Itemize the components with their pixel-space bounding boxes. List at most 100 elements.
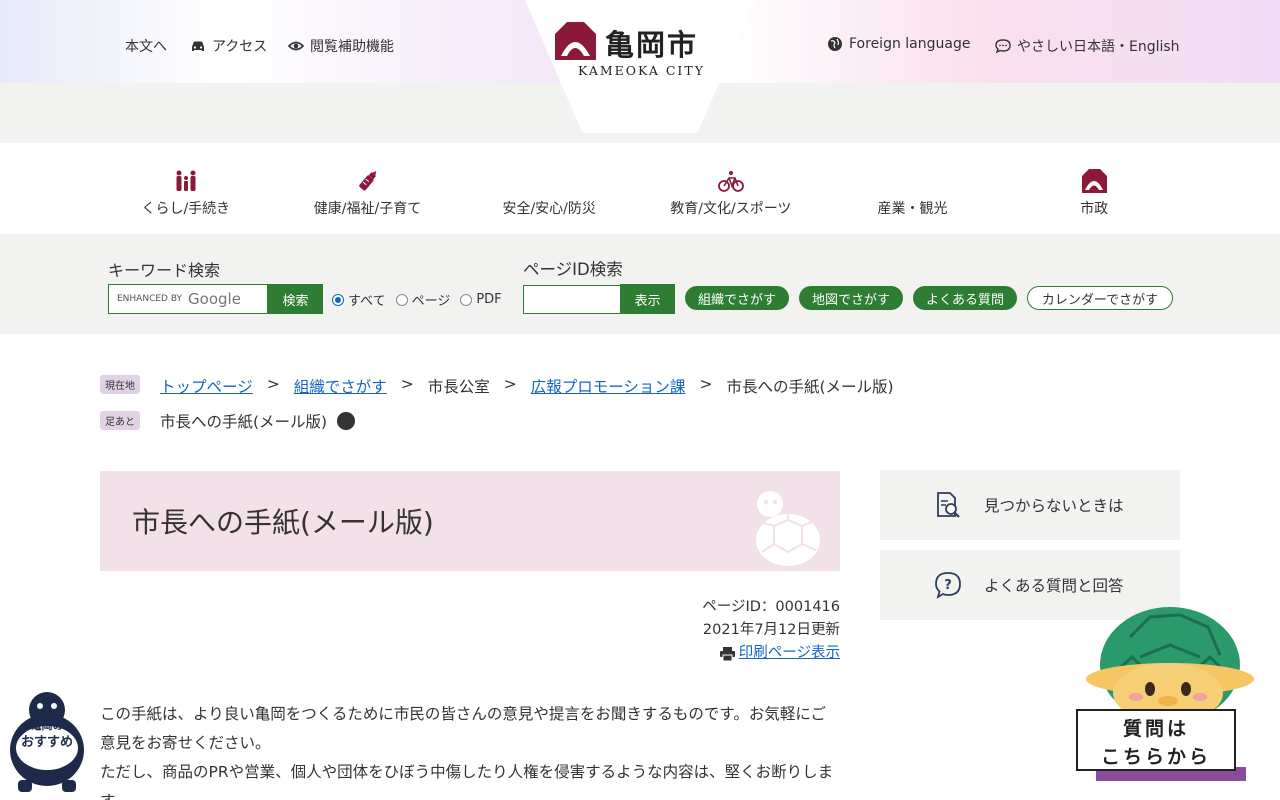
radio-pdf-label: PDF — [476, 292, 502, 307]
updated-date: 2021年7月12日更新 — [702, 622, 840, 638]
breadcrumb-separator: > — [400, 375, 414, 393]
breadcrumb-current: 市長への手紙(メール版) — [726, 378, 894, 396]
recommend-mascot-button[interactable]: 亀岡の おすすめ ひらく — [8, 688, 86, 793]
osusume-line2: おすすめ — [21, 735, 73, 750]
nav-item-city-government[interactable]: 市政 — [1003, 143, 1185, 234]
nav-item-safety[interactable]: 安全/安心/防災 — [458, 143, 640, 234]
page-title-box: 市長への手紙(メール版) — [100, 471, 840, 571]
printer-icon — [719, 646, 735, 661]
nav-item-industry[interactable]: 産業・観光 — [822, 143, 1004, 234]
skip-link-label: 本文へ — [125, 39, 167, 55]
history-item[interactable]: 市長への手紙(メール版) — [160, 410, 327, 432]
page-id: ページID：0001416 — [702, 599, 840, 615]
nav-item-education[interactable]: 教育/文化/スポーツ — [640, 143, 822, 234]
nav-label: 市政 — [1080, 201, 1109, 217]
page-body: この手紙は、より良い亀岡をつくるために市民の皆さんの意見や提言をお聞きするもので… — [100, 700, 840, 800]
skip-to-content-link[interactable]: 本文へ — [125, 36, 167, 56]
not-found-label: 見つからないときは — [984, 497, 1124, 515]
turtle-mascot-icon: 亀岡の おすすめ ひらく — [10, 692, 84, 792]
radio-page-label: ページ — [411, 294, 451, 309]
easy-japanese-link[interactable]: やさしい日本語・English — [995, 36, 1180, 56]
keyword-search-label: キーワード検索 — [108, 261, 221, 280]
radio-pdf-control[interactable] — [460, 293, 473, 306]
foreign-language-label: Foreign language — [849, 36, 971, 52]
sign-line1: 質問は — [1122, 718, 1189, 740]
print-page-link[interactable]: 印刷ページ表示 — [719, 642, 840, 665]
current-location-tag: 現在地 — [100, 375, 140, 394]
radio-all[interactable]: すべて — [332, 290, 386, 309]
header-decoration-left — [0, 0, 560, 83]
history-remove-icon[interactable] — [337, 412, 356, 430]
nav-label: 安全/安心/防災 — [502, 201, 596, 217]
radio-page[interactable]: ページ — [395, 290, 451, 309]
radio-all-control[interactable] — [332, 293, 344, 306]
search-by-organization-button[interactable]: 組織でさがす — [685, 286, 789, 310]
access-label: アクセス — [212, 39, 268, 55]
faq-button[interactable]: よくある質問 — [913, 286, 1017, 310]
radio-all-label: すべて — [348, 294, 386, 309]
svg-text:?: ? — [944, 578, 952, 593]
google-enhanced-text: ENHANCED BY — [117, 294, 183, 304]
speech-bubble-icon — [995, 39, 1011, 54]
bicycle-icon — [717, 171, 744, 192]
logo-english: KAMEOKA CITY — [578, 63, 705, 78]
page-meta: ページID：0001416 2021年7月12日更新 印刷ページ表示 — [702, 596, 840, 669]
safety-icon — [536, 168, 562, 194]
globe-icon — [828, 37, 842, 51]
global-nav: くらし/手続き 健康/福祉/子育て 安全/安心/防災 教育/文化/スポーツ 産業… — [95, 143, 1185, 234]
body-paragraph: この手紙は、より良い亀岡をつくるために市民の皆さんの意見や提言をお聞きするもので… — [100, 705, 827, 752]
osusume-line3: ひらく — [32, 759, 62, 771]
eye-icon — [288, 41, 304, 51]
nav-label: くらし/手続き — [141, 201, 231, 217]
city-emblem-icon — [555, 22, 596, 60]
search-by-map-button[interactable]: 地図でさがす — [799, 286, 903, 310]
access-link[interactable]: アクセス — [190, 36, 267, 56]
faq-answers-label: よくある質問と回答 — [984, 577, 1124, 595]
google-brand-text: Google — [188, 290, 241, 308]
document-search-icon — [937, 492, 960, 518]
osusume-line1: 亀岡の — [31, 718, 64, 732]
nav-item-living[interactable]: くらし/手続き — [95, 143, 277, 234]
radio-pdf[interactable]: PDF — [460, 292, 502, 307]
breadcrumb-separator: > — [266, 375, 280, 393]
breadcrumb-organization[interactable]: 組織でさがす — [294, 375, 387, 397]
radio-page-control[interactable] — [395, 293, 408, 306]
turtle-icon — [756, 491, 820, 566]
search-scope-radios: すべて ページ PDF — [332, 290, 502, 309]
accessibility-label: 閲覧補助機能 — [310, 39, 394, 55]
page-id-input[interactable] — [523, 285, 621, 314]
nav-label: 産業・観光 — [877, 201, 948, 217]
question-mascot-button[interactable]: 質問は こちらから — [1070, 597, 1270, 797]
breadcrumb: トップページ > 組織でさがす > 市長公室 > 広報プロモーション課 > 市長… — [160, 375, 894, 397]
keyword-search-input[interactable]: ENHANCED BY Google — [108, 284, 268, 314]
accessibility-link[interactable]: 閲覧補助機能 — [288, 36, 394, 56]
breadcrumb-top[interactable]: トップページ — [160, 375, 253, 397]
keyword-search-button[interactable]: 検索 — [268, 284, 323, 314]
breadcrumb-separator: > — [699, 375, 713, 393]
logo-kanji: 亀岡市 — [605, 28, 699, 62]
site-logo[interactable]: 亀岡市 KAMEOKA CITY — [553, 20, 728, 80]
body-paragraph: ただし、商品のPRや営業、個人や団体をひぼう中傷したり人権を侵害するような内容は… — [100, 763, 834, 800]
breadcrumb-mayor-office: 市長公室 — [427, 378, 490, 396]
page-id-display-button[interactable]: 表示 — [620, 284, 675, 314]
page-id-search-label: ページID検索 — [523, 260, 623, 279]
breadcrumb-pr-division[interactable]: 広報プロモーション課 — [531, 375, 686, 397]
page-title: 市長への手紙(メール版) — [132, 506, 434, 539]
city-emblem-icon — [1082, 169, 1108, 193]
history-trail: 市長への手紙(メール版) — [160, 410, 356, 432]
sign-line2: こちらから — [1100, 746, 1211, 768]
nav-label: 健康/福祉/子育て — [313, 201, 422, 217]
nav-item-health[interactable]: 健康/福祉/子育て — [277, 143, 459, 234]
easy-japanese-label: やさしい日本語・English — [1017, 39, 1180, 55]
search-by-calendar-button[interactable]: カレンダーでさがす — [1027, 286, 1173, 310]
question-sign: 質問は こちらから — [1076, 709, 1236, 771]
foreign-language-link[interactable]: Foreign language — [827, 36, 970, 52]
not-found-button[interactable]: 見つからないときは — [880, 470, 1180, 540]
car-icon — [192, 41, 204, 51]
print-page-label: 印刷ページ表示 — [738, 645, 840, 661]
question-bubble-icon: ? — [935, 572, 961, 599]
nav-label: 教育/文化/スポーツ — [670, 201, 792, 217]
family-icon — [176, 170, 196, 191]
baby-bottle-icon — [358, 171, 376, 191]
breadcrumb-separator: > — [503, 375, 517, 393]
